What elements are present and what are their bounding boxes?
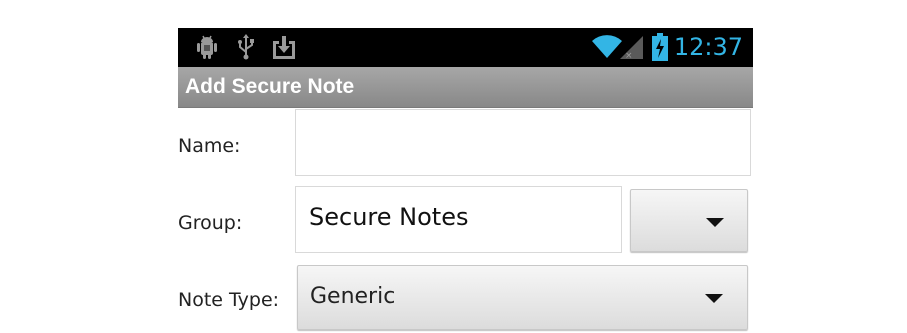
android-debug-icon: [195, 34, 219, 64]
battery-charging-icon: [652, 33, 668, 65]
name-label: Name:: [178, 135, 241, 157]
chevron-down-icon: [706, 218, 724, 227]
download-icon: [271, 34, 297, 64]
group-field-value: Secure Notes: [309, 203, 469, 231]
note-type-value: Generic: [310, 284, 396, 309]
group-field[interactable]: Secure Notes: [295, 186, 622, 253]
status-bar: × 12:37: [178, 28, 753, 67]
name-field[interactable]: [295, 109, 751, 176]
status-clock: 12:37: [673, 33, 743, 61]
usb-icon: [236, 34, 256, 64]
note-type-dropdown[interactable]: Generic: [297, 265, 748, 330]
page-title: Add Secure Note: [185, 75, 355, 98]
app-screen: × 12:37 Add Secure Note Name: Group: Sec…: [178, 28, 753, 333]
signal-icon: ×: [620, 36, 644, 64]
group-dropdown-button[interactable]: [630, 189, 748, 252]
action-bar: Add Secure Note: [178, 67, 753, 108]
svg-text:×: ×: [625, 51, 633, 60]
group-label: Group:: [178, 212, 243, 234]
wifi-icon: [592, 35, 622, 63]
note-type-label: Note Type:: [178, 289, 280, 311]
chevron-down-icon: [705, 294, 723, 303]
